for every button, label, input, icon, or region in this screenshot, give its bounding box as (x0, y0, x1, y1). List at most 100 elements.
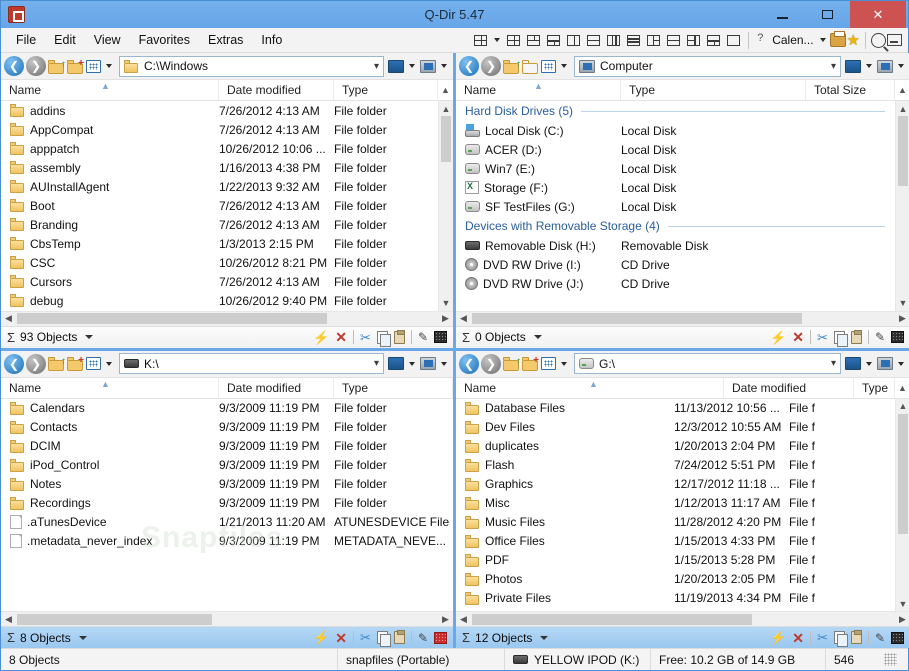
cut-icon[interactable]: ✂ (817, 331, 828, 344)
pane-4-horizontal-scrollbar[interactable]: ◀ ▶ (456, 611, 909, 626)
pane-display-icon[interactable] (877, 60, 893, 73)
pane-3-address-input[interactable]: K:\ ▾ (119, 353, 384, 374)
layout-horizontal-icon[interactable] (584, 32, 603, 49)
cut-icon[interactable]: ✂ (360, 631, 371, 644)
view-grid-icon[interactable] (86, 357, 101, 370)
select-grid-icon[interactable] (434, 632, 447, 644)
table-row[interactable]: Local Disk (C:)Local Disk (456, 121, 895, 140)
pane-4-vertical-scrollbar[interactable]: ▲ ▼ (895, 399, 909, 612)
column-type[interactable]: Type (621, 80, 806, 100)
pane-3-horizontal-scrollbar[interactable]: ◀ ▶ (1, 611, 453, 626)
table-row[interactable]: AppCompat7/26/2012 4:13 AMFile folder (1, 120, 438, 139)
table-row[interactable]: iPod_Control9/3/2009 11:19 PMFile folder (1, 456, 453, 475)
table-row[interactable]: Calendars9/3/2009 11:19 PMFile folder (1, 399, 453, 418)
pane-display-icon[interactable] (877, 357, 893, 370)
delete-x-icon[interactable]: ✕ (335, 330, 347, 344)
up-folder-icon[interactable]: ↑ (503, 59, 520, 74)
scroll-thumb[interactable] (441, 116, 451, 162)
inet-icon[interactable] (754, 33, 769, 48)
layout-tri-bottom-icon[interactable] (704, 32, 723, 49)
pane-view-dropdown-icon[interactable] (866, 64, 872, 68)
address-chevron-down-icon[interactable]: ▾ (374, 61, 379, 72)
scroll-left-arrow-icon[interactable]: ◀ (1, 313, 16, 324)
new-folder-icon[interactable]: + (67, 59, 84, 74)
view-dropdown-icon[interactable] (106, 362, 112, 366)
column-type[interactable]: Type (854, 378, 895, 398)
column-type[interactable]: Type (334, 80, 438, 100)
pane-2-file-list[interactable]: Hard Disk Drives (5)Local Disk (C:)Local… (456, 101, 895, 311)
pane-2-vertical-scrollbar[interactable]: ▲ ▼ (895, 101, 909, 311)
maximize-button[interactable] (805, 1, 850, 28)
hscroll-thumb[interactable] (472, 313, 802, 324)
hscroll-thumb[interactable] (17, 614, 212, 625)
pane-1-horizontal-scrollbar[interactable]: ◀ ▶ (1, 311, 453, 326)
table-row[interactable]: Database Files11/13/2012 10:56 ...File f (456, 399, 895, 418)
pane-display-dropdown-icon[interactable] (898, 64, 904, 68)
resize-grip-icon[interactable] (884, 653, 897, 666)
table-row[interactable]: ACER (D:)Local Disk (456, 140, 895, 159)
table-row[interactable]: .metadata_never_index9/3/2009 11:19 PMME… (1, 532, 453, 551)
layout-three-columns-icon[interactable] (604, 32, 623, 49)
column-name[interactable]: Name (1, 378, 219, 398)
delete-x-icon[interactable]: ✕ (792, 330, 804, 344)
menu-info[interactable]: Info (252, 30, 291, 50)
table-row[interactable]: Graphics12/17/2012 11:18 ...File f (456, 475, 895, 494)
pane-2-horizontal-scrollbar[interactable]: ◀ ▶ (456, 311, 909, 326)
layout-quad2-icon[interactable] (504, 32, 523, 49)
table-row[interactable]: Boot7/26/2012 4:13 AMFile folder (1, 196, 438, 215)
close-button[interactable]: ✕ (850, 1, 906, 28)
view-grid-icon[interactable] (86, 60, 101, 73)
layout-quad-icon[interactable] (471, 32, 490, 49)
table-row[interactable]: DVD RW Drive (J:)CD Drive (456, 274, 895, 293)
scroll-down-arrow-icon[interactable]: ▼ (439, 296, 453, 311)
scroll-up-arrow-icon[interactable]: ▲ (896, 399, 909, 414)
scroll-down-arrow-icon[interactable]: ▼ (896, 596, 909, 611)
scroll-up-arrow-icon[interactable]: ▲ (439, 101, 453, 116)
menu-edit[interactable]: Edit (45, 30, 85, 50)
scroll-right-arrow-icon[interactable]: ▶ (895, 614, 909, 625)
pane-4-address-input[interactable]: G:\ ▾ (574, 353, 841, 374)
favorites-combo-chevron-down-icon[interactable] (820, 38, 826, 42)
lightning-icon[interactable]: ⚡ (770, 331, 786, 344)
table-row[interactable]: .aTunesDevice1/21/2013 11:20 AMATUNESDEV… (1, 513, 453, 532)
lightning-icon[interactable]: ⚡ (770, 631, 786, 644)
forward-icon[interactable]: ❯ (26, 56, 46, 76)
pane-1-address-input[interactable]: C:\Windows ▾ (119, 56, 384, 77)
view-dropdown-icon[interactable] (561, 362, 567, 366)
status-dropdown-icon[interactable] (540, 636, 548, 640)
address-chevron-down-icon[interactable]: ▾ (831, 61, 836, 72)
forward-icon[interactable]: ❯ (26, 354, 46, 374)
favorites-combo[interactable]: Calen... (770, 33, 815, 47)
scroll-right-arrow-icon[interactable]: ▶ (438, 313, 453, 324)
back-icon[interactable]: ❮ (459, 56, 479, 76)
layout-vertical-icon[interactable] (564, 32, 583, 49)
pane-display-icon[interactable] (420, 357, 436, 370)
pane-view-icon[interactable] (388, 60, 404, 73)
menu-favorites[interactable]: Favorites (130, 30, 199, 50)
pane-view-dropdown-icon[interactable] (866, 362, 872, 366)
scroll-left-arrow-icon[interactable]: ◀ (1, 614, 16, 625)
pane-view-icon[interactable] (845, 60, 861, 73)
table-row[interactable]: addins7/26/2012 4:13 AMFile folder (1, 101, 438, 120)
address-chevron-down-icon[interactable]: ▾ (374, 358, 379, 369)
column-date-modified[interactable]: Date modified (219, 378, 334, 398)
forward-icon[interactable]: ❯ (481, 354, 501, 374)
table-row[interactable]: Private Files11/19/2013 4:34 PMFile f (456, 589, 895, 608)
rename-pen-icon[interactable]: ✎ (418, 632, 428, 644)
pane-4-file-list[interactable]: Database Files11/13/2012 10:56 ...File f… (456, 399, 895, 612)
hscroll-thumb[interactable] (472, 614, 752, 625)
column-date-modified[interactable]: Date modified (219, 80, 334, 100)
table-row[interactable]: DCIM9/3/2009 11:19 PMFile folder (1, 437, 453, 456)
new-folder-icon[interactable] (522, 59, 539, 74)
hscroll-thumb[interactable] (17, 313, 327, 324)
menu-file[interactable]: File (7, 30, 45, 50)
scroll-right-arrow-icon[interactable]: ▶ (895, 313, 909, 324)
delete-x-icon[interactable]: ✕ (335, 631, 347, 645)
table-row[interactable]: duplicates1/20/2013 2:04 PMFile f (456, 437, 895, 456)
up-folder-icon[interactable]: ↑ (503, 356, 520, 371)
scroll-up-icon[interactable]: ▲ (438, 80, 453, 100)
table-row[interactable]: Flash7/24/2012 5:51 PMFile f (456, 456, 895, 475)
back-icon[interactable]: ❮ (4, 354, 24, 374)
layout-left-tri-icon[interactable] (644, 32, 663, 49)
status-dropdown-icon[interactable] (85, 335, 93, 339)
